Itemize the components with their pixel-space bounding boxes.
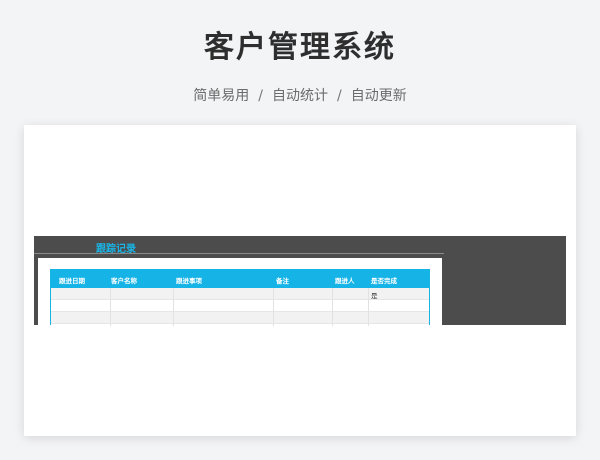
- table-row[interactable]: 是: [51, 288, 429, 300]
- column-header-done[interactable]: 是否完成: [371, 275, 397, 285]
- spreadsheet-preview: 跟踪记录 跟进日期 客户名称 跟进事项 备注 跟进人 是否完成 是: [34, 236, 566, 326]
- feature-auto-update: 自动更新: [350, 88, 407, 104]
- column-header-matter[interactable]: 跟进事项: [176, 275, 202, 285]
- table-row[interactable]: [51, 300, 429, 312]
- feature-auto-stats: 自动统计: [272, 88, 328, 104]
- tab-divider: [34, 253, 444, 254]
- column-header-owner[interactable]: 跟进人: [335, 275, 355, 285]
- column-header-date[interactable]: 跟进日期: [59, 275, 85, 285]
- column-divider: [173, 288, 174, 326]
- column-divider: [110, 288, 111, 326]
- feature-easy: 简单易用: [193, 88, 250, 104]
- column-divider: [368, 288, 369, 326]
- separator: /: [337, 88, 342, 104]
- page-title: 客户管理系统: [204, 30, 396, 65]
- feature-tagline: 简单易用 / 自动统计 / 自动更新: [0, 85, 600, 105]
- column-divider: [273, 288, 274, 326]
- separator: /: [258, 88, 263, 104]
- sheet-area: 跟进日期 客户名称 跟进事项 备注 跟进人 是否完成 是: [38, 258, 442, 326]
- table-cell[interactable]: 是: [371, 290, 378, 300]
- column-divider: [332, 288, 333, 326]
- preview-card: 跟踪记录 跟进日期 客户名称 跟进事项 备注 跟进人 是否完成 是: [24, 125, 576, 436]
- table-header: 跟进日期 客户名称 跟进事项 备注 跟进人 是否完成: [51, 270, 429, 288]
- tracking-table: 跟进日期 客户名称 跟进事项 备注 跟进人 是否完成 是: [50, 269, 430, 326]
- table-row[interactable]: [51, 312, 429, 324]
- column-header-remark[interactable]: 备注: [276, 275, 289, 285]
- column-header-customer[interactable]: 客户名称: [111, 275, 137, 285]
